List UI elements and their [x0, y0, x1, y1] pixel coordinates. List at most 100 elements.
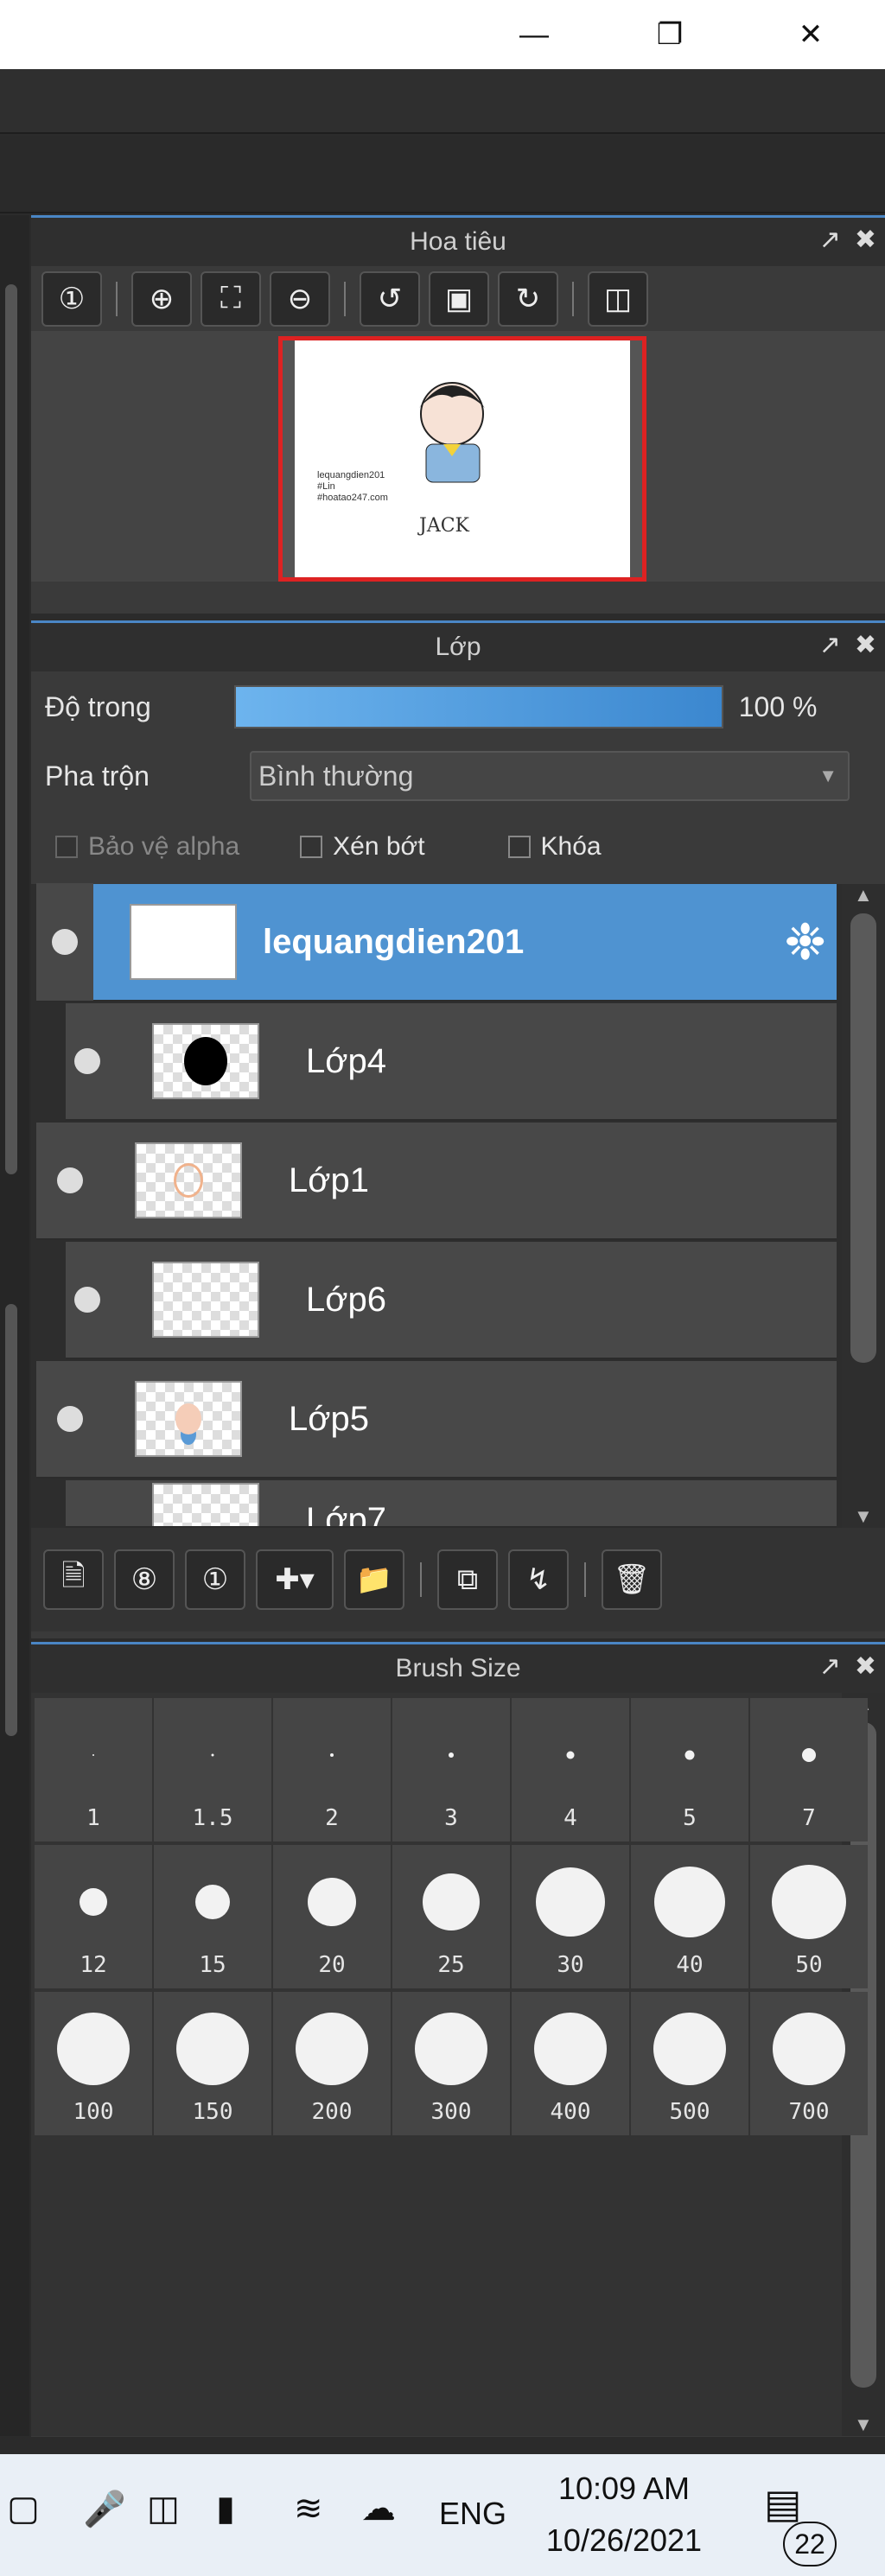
layer-scrollbar[interactable]: ▲ ▼	[842, 884, 885, 1528]
menu-bar	[0, 69, 885, 134]
battery-icon[interactable]: ▮	[216, 2489, 235, 2528]
layer-item[interactable]: Lớp6	[66, 1242, 837, 1359]
close-icon[interactable]: ✕	[767, 0, 854, 69]
brush-size-dot	[415, 2013, 487, 2086]
add-layer-dropdown-icon[interactable]: ✚▾	[256, 1549, 334, 1610]
duplicate-layer-icon[interactable]: ⧉	[437, 1549, 498, 1610]
delete-layer-icon[interactable]: 🗑	[602, 1549, 662, 1610]
scroll-thumb[interactable]	[850, 913, 876, 1363]
brush-size-cell[interactable]: 12	[35, 1845, 152, 1988]
protect-alpha-checkbox[interactable]: Bảo vệ alpha	[55, 832, 239, 862]
zoom-in-icon[interactable]: ⊕	[131, 270, 192, 327]
popout-icon[interactable]: ↗	[819, 225, 841, 255]
brush-size-cell[interactable]: 7	[750, 1698, 868, 1841]
new-folder-icon[interactable]: 📁	[344, 1549, 404, 1610]
new-layer-icon[interactable]: 🗎	[43, 1549, 104, 1610]
zoom-out-icon[interactable]: ⊖	[270, 270, 330, 327]
screen-share-icon[interactable]: ◫	[147, 2489, 180, 2528]
brush-size-cell[interactable]: 200	[273, 1992, 391, 2135]
brush-size-dot	[772, 1865, 846, 1940]
visibility-icon[interactable]	[74, 1287, 100, 1313]
brush-size-cell[interactable]: 150	[154, 1992, 271, 2135]
layer-item[interactable]: Lớp4	[66, 1003, 837, 1121]
brush-size-cell[interactable]: 1.5	[154, 1698, 271, 1841]
brush-size-label: 150	[192, 2099, 233, 2125]
scroll-down-icon[interactable]: ▼	[854, 1505, 873, 1528]
reset-rotate-icon[interactable]: ▣	[429, 270, 489, 327]
brush-size-cell[interactable]: 1	[35, 1698, 152, 1841]
left-scrollbar-2[interactable]	[5, 1304, 17, 1736]
camera-icon[interactable]: ▢	[7, 2489, 40, 2528]
brush-size-cell[interactable]: 15	[154, 1845, 271, 1988]
toolbar-divider	[420, 1562, 422, 1597]
brush-size-cell[interactable]: 2	[273, 1698, 391, 1841]
brush-size-cell[interactable]: 20	[273, 1845, 391, 1988]
brush-size-dot	[176, 2013, 249, 2086]
opacity-value: 100 %	[738, 690, 818, 722]
rotate-left-icon[interactable]: ↺	[360, 270, 420, 327]
restore-icon[interactable]: ❐	[627, 0, 713, 69]
fit-window-icon[interactable]: ⛶	[201, 270, 261, 327]
clock[interactable]: 10:09 AM 10/26/2021	[538, 2463, 710, 2566]
brush-size-label: 400	[550, 2099, 591, 2125]
blend-mode-select[interactable]: Bình thường ▼	[249, 751, 850, 801]
brush-size-cell[interactable]: 400	[512, 1992, 629, 2135]
lock-checkbox[interactable]: Khóa	[507, 832, 602, 862]
brush-size-cell[interactable]: 30	[512, 1845, 629, 1988]
visibility-icon[interactable]	[57, 1167, 83, 1193]
visibility-icon[interactable]	[74, 1048, 100, 1074]
clipping-checkbox[interactable]: Xén bớt	[300, 832, 425, 862]
layer-name: Lớp4	[306, 1041, 386, 1080]
left-scrollbar[interactable]	[5, 284, 17, 1174]
new-8bit-layer-icon[interactable]: ⑧	[114, 1549, 175, 1610]
flip-icon[interactable]: ◫	[588, 270, 648, 327]
opacity-label: Độ trong	[45, 690, 151, 722]
scroll-down-icon[interactable]: ▼	[854, 2414, 873, 2436]
layer-name: Lớp1	[289, 1161, 369, 1199]
close-panel-icon[interactable]: ✖	[855, 225, 876, 255]
layer-thumbnail	[130, 904, 237, 980]
layer-item[interactable]: Lớp1	[36, 1123, 837, 1240]
close-panel-icon[interactable]: ✖	[855, 1651, 876, 1682]
language-indicator[interactable]: ENG	[439, 2496, 506, 2532]
brush-size-cell[interactable]: 3	[392, 1698, 510, 1841]
layer-item[interactable]: Lớp5	[36, 1361, 837, 1479]
wifi-icon[interactable]: ≋	[294, 2489, 323, 2528]
visibility-icon[interactable]	[57, 1406, 83, 1432]
zoom-100-icon[interactable]: ①	[41, 270, 102, 327]
brush-size-cell[interactable]: 40	[631, 1845, 748, 1988]
visibility-icon[interactable]	[52, 929, 78, 955]
notification-icon[interactable]: ▤	[764, 2480, 801, 2527]
gear-icon[interactable]: ❉	[784, 913, 826, 971]
opacity-slider[interactable]	[233, 685, 723, 728]
brush-size-cell[interactable]: 100	[35, 1992, 152, 2135]
brush-size-label: 4	[563, 1805, 577, 1831]
toolbar-divider	[572, 281, 574, 316]
brush-size-cell[interactable]: 5	[631, 1698, 748, 1841]
layer-item[interactable]: Lớp7	[66, 1480, 837, 1528]
cloud-icon[interactable]: ☁	[361, 2489, 396, 2528]
scroll-up-icon[interactable]: ▲	[854, 884, 873, 906]
windows-taskbar: ▢ 🎤 ◫ ▮ ≋ ☁ ENG 10:09 AM 10/26/2021 ▤ 22	[0, 2454, 885, 2576]
layer-item[interactable]: lequangdien201 ❉	[36, 883, 837, 1002]
layer-name: Lớp7	[306, 1501, 386, 1528]
popout-icon[interactable]: ↗	[819, 1651, 841, 1682]
brush-size-cell[interactable]: 700	[750, 1992, 868, 2135]
minimize-icon[interactable]: —	[491, 0, 577, 69]
layer-thumbnail	[152, 1023, 259, 1099]
microphone-icon[interactable]: 🎤	[83, 2489, 126, 2529]
brush-size-cell[interactable]: 50	[750, 1845, 868, 1988]
rotate-right-icon[interactable]: ↻	[498, 270, 558, 327]
brush-size-cell[interactable]: 4	[512, 1698, 629, 1841]
brush-size-label: 25	[437, 1952, 465, 1978]
toolbar-divider	[584, 1562, 586, 1597]
new-1bit-layer-icon[interactable]: ①	[185, 1549, 245, 1610]
brush-size-cell[interactable]: 500	[631, 1992, 748, 2135]
layer-thumbnail	[135, 1381, 242, 1457]
merge-layer-icon[interactable]: ↯	[508, 1549, 569, 1610]
navigator-viewport-frame[interactable]: lequangdien201 #Lin #hoatao247.com JACK	[278, 336, 646, 582]
close-panel-icon[interactable]: ✖	[855, 630, 876, 660]
popout-icon[interactable]: ↗	[819, 630, 841, 660]
brush-size-cell[interactable]: 25	[392, 1845, 510, 1988]
brush-size-cell[interactable]: 300	[392, 1992, 510, 2135]
